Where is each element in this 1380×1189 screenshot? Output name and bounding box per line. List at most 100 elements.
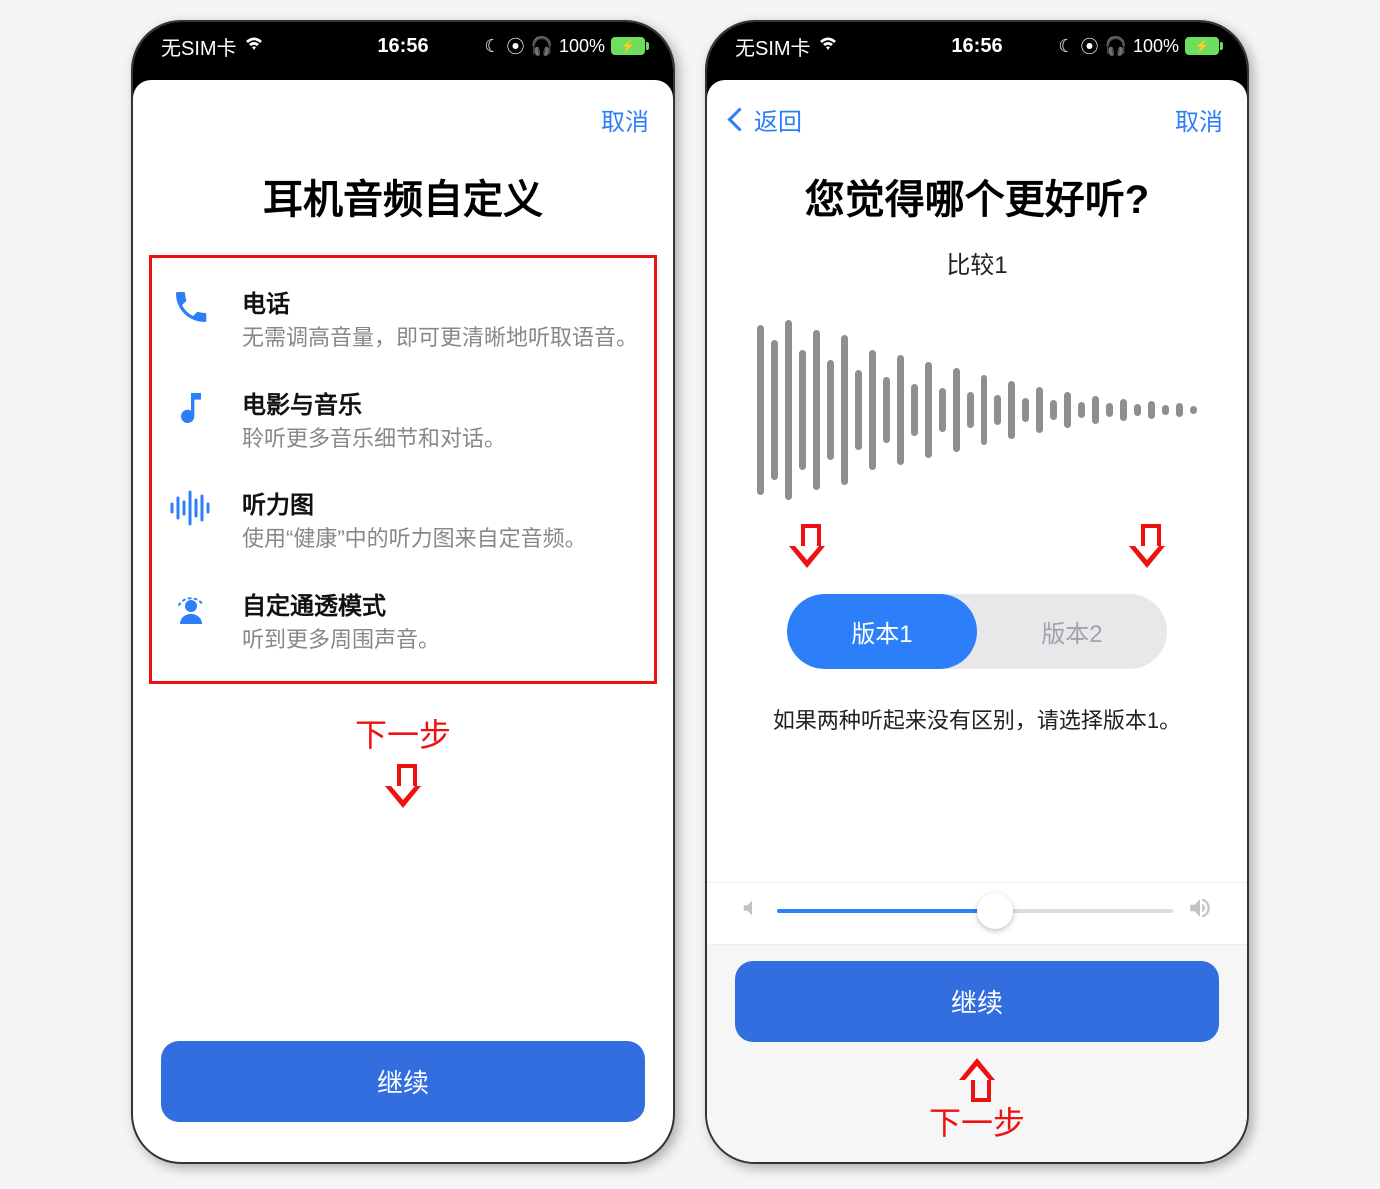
feature-desc: 无需调高音量，即可更清晰地听取语音。	[242, 323, 638, 353]
moon-icon: ☾	[484, 36, 500, 57]
nav-bar: 取消	[133, 98, 673, 147]
waveform-bar	[994, 395, 1001, 425]
page-title: 耳机音频自定义	[133, 147, 673, 255]
segment-version-2[interactable]: 版本2	[977, 594, 1167, 669]
waveform-bar	[813, 330, 820, 490]
waveform-bar	[1064, 392, 1071, 428]
cancel-button[interactable]: 取消	[1175, 102, 1223, 137]
arrow-down-icon	[787, 524, 827, 572]
annotation-next-step: 下一步	[133, 710, 673, 756]
battery-icon: ⚡	[1185, 37, 1219, 55]
waveform-bar	[967, 392, 974, 428]
screen-right: 无SIM卡 16:56 ☾ ⦿ 🎧 100% ⚡ 返回 取消 您觉得哪个更好听?…	[705, 20, 1249, 1164]
continue-button[interactable]: 继续	[735, 961, 1219, 1042]
status-bar: 无SIM卡 16:56 ☾ ⦿ 🎧 100% ⚡	[707, 22, 1247, 70]
clock: 16:56	[951, 35, 1002, 58]
waveform-bar	[1148, 401, 1155, 419]
waveform-bar	[1190, 406, 1197, 414]
volume-slider-row	[707, 882, 1247, 945]
waveform-bar	[981, 375, 988, 445]
waveform-bar	[1050, 400, 1057, 420]
feature-title: 电话	[242, 284, 638, 319]
waveform-bar	[1134, 404, 1141, 416]
waveform-bar	[869, 350, 876, 470]
sim-status: 无SIM卡	[161, 32, 237, 61]
feature-transparency: 自定通透模式 听到更多周围声音。	[158, 570, 648, 671]
waveform-bar	[799, 350, 806, 470]
cancel-button[interactable]: 取消	[601, 102, 649, 137]
target-icon: ⦿	[1081, 33, 1099, 59]
battery-pct: 100%	[1133, 36, 1179, 57]
wifi-icon	[243, 35, 265, 58]
speaker-low-icon	[741, 897, 763, 924]
page-title: 您觉得哪个更好听?	[707, 147, 1247, 255]
sheet-grabber-area	[133, 70, 673, 98]
feature-list: 电话 无需调高音量，即可更清晰地听取语音。 电影与音乐 聆听更多音乐细节和对话。	[149, 255, 657, 684]
annotation-next-step: 下一步	[707, 1098, 1247, 1144]
waveform-bar	[841, 335, 848, 485]
waveform-bar	[785, 320, 792, 500]
music-note-icon	[168, 385, 214, 431]
page-subtitle: 比较1	[707, 245, 1247, 280]
feature-phone: 电话 无需调高音量，即可更清晰地听取语音。	[158, 268, 648, 369]
back-label: 返回	[754, 102, 802, 137]
waveform-bar	[939, 388, 946, 432]
wifi-icon	[817, 35, 839, 58]
status-bar: 无SIM卡 16:56 ☾ ⦿ 🎧 100% ⚡	[133, 22, 673, 70]
feature-desc: 使用“健康”中的听力图来自定音频。	[242, 524, 587, 554]
arrow-up-icon	[957, 1052, 997, 1100]
waveform-bar	[757, 325, 764, 495]
feature-title: 听力图	[242, 485, 587, 520]
waveform-bar	[771, 340, 778, 480]
clock: 16:56	[377, 35, 428, 58]
battery-icon: ⚡	[611, 37, 645, 55]
waveform-bar	[1176, 403, 1183, 417]
waveform-bar	[1092, 396, 1099, 424]
feature-audiogram: 听力图 使用“健康”中的听力图来自定音频。	[158, 469, 648, 570]
arrow-down-icon	[383, 764, 423, 812]
feature-title: 电影与音乐	[242, 385, 506, 420]
headphones-icon: 🎧	[531, 36, 553, 57]
waveform-bar	[827, 360, 834, 460]
sheet-grabber-area	[707, 70, 1247, 98]
waveform-bar	[855, 370, 862, 450]
back-button[interactable]: 返回	[731, 102, 802, 137]
continue-button[interactable]: 继续	[161, 1041, 645, 1122]
feature-desc: 聆听更多音乐细节和对话。	[242, 424, 506, 454]
waveform-bar	[911, 384, 918, 436]
waveform-bar	[1162, 405, 1169, 415]
waveform-bar	[1008, 381, 1015, 439]
headphones-icon: 🎧	[1105, 36, 1127, 57]
segment-version-1[interactable]: 版本1	[787, 594, 977, 669]
phone-icon	[168, 284, 214, 330]
feature-music: 电影与音乐 聆听更多音乐细节和对话。	[158, 369, 648, 470]
person-transparency-icon	[168, 586, 214, 632]
speaker-high-icon	[1187, 895, 1213, 926]
waveform-bar	[925, 362, 932, 458]
feature-title: 自定通透模式	[242, 586, 440, 621]
nav-bar: 返回 取消	[707, 98, 1247, 147]
waveform-bar	[897, 355, 904, 465]
waveform-bar	[883, 377, 890, 443]
waveform-bar	[1078, 402, 1085, 418]
volume-slider[interactable]	[777, 909, 1173, 913]
sim-status: 无SIM卡	[735, 32, 811, 61]
moon-icon: ☾	[1058, 36, 1074, 57]
waveform-graphic	[707, 310, 1247, 510]
arrow-down-icon	[1127, 524, 1167, 572]
battery-pct: 100%	[559, 36, 605, 57]
chevron-left-icon	[727, 107, 751, 131]
version-segmented-control: 版本1 版本2	[787, 594, 1167, 669]
hint-text: 如果两种听起来没有区别，请选择版本1。	[707, 695, 1247, 765]
target-icon: ⦿	[507, 33, 525, 59]
feature-desc: 听到更多周围声音。	[242, 625, 440, 655]
slider-thumb[interactable]	[977, 893, 1013, 929]
waveform-icon	[168, 485, 214, 531]
waveform-bar	[1022, 398, 1029, 422]
waveform-bar	[1036, 387, 1043, 433]
waveform-bar	[1120, 399, 1127, 421]
waveform-bar	[953, 368, 960, 452]
annotation-arrows	[707, 516, 1247, 576]
waveform-bar	[1106, 403, 1113, 417]
screen-left: 无SIM卡 16:56 ☾ ⦿ 🎧 100% ⚡ 取消 耳机音频自定义 电话 无…	[131, 20, 675, 1164]
